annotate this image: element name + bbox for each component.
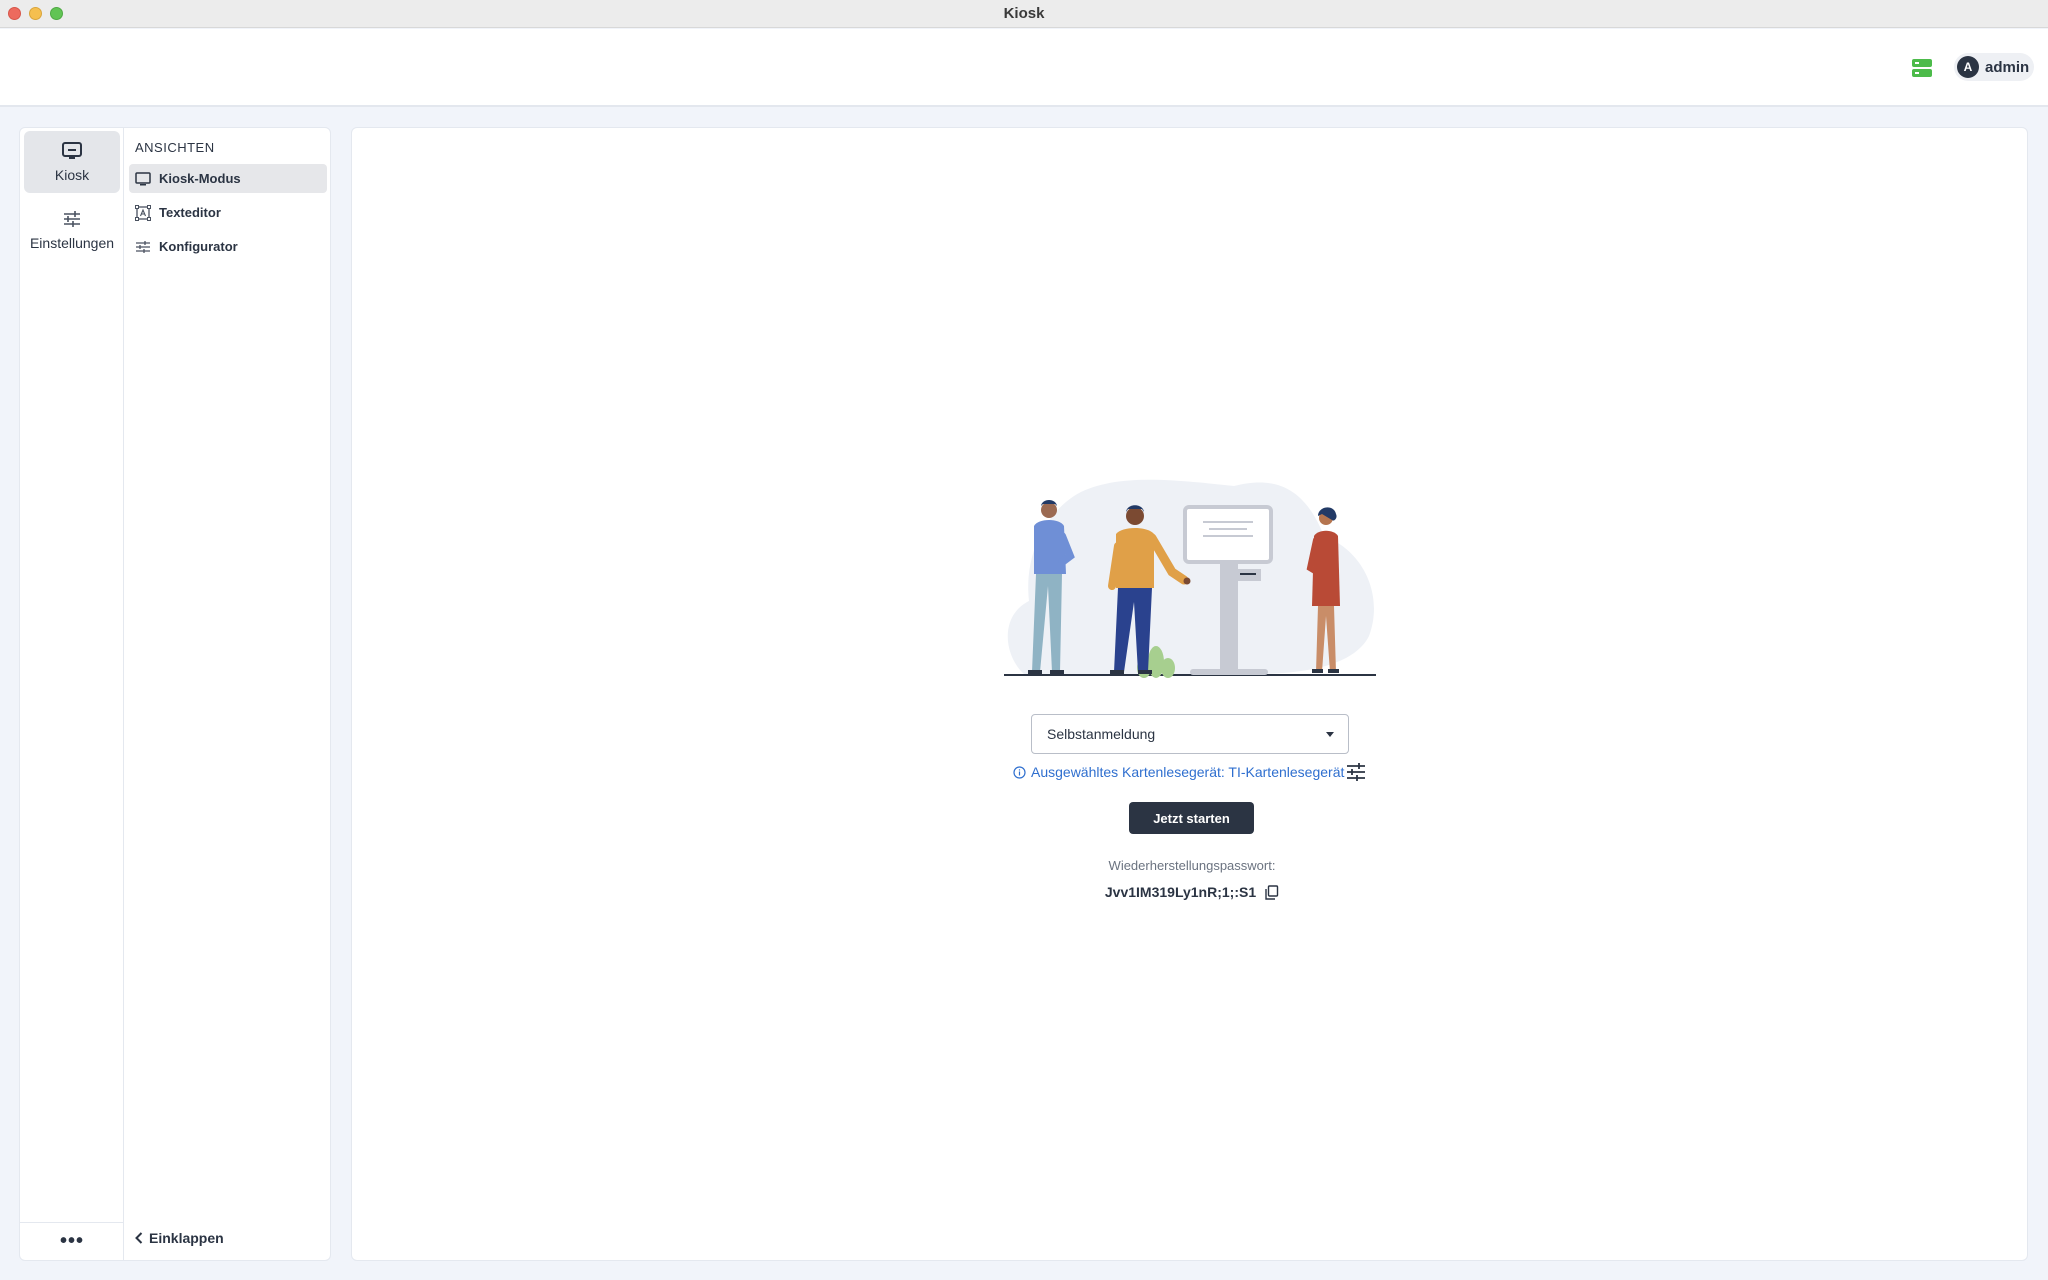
more-options-button[interactable]: ••• [20, 1222, 124, 1260]
rail-item-label: Einstellungen [29, 235, 115, 251]
info-icon [1013, 765, 1026, 779]
server-status-icon[interactable] [1911, 57, 1933, 79]
recovery-password-value: Jvv1IM319Ly1nR;1;:S1 [1104, 884, 1257, 900]
views-subnav: ANSICHTEN Kiosk-Modus Texteditor Konfigu… [125, 128, 330, 1260]
kiosk-screen-icon [62, 142, 82, 159]
minimize-window-button[interactable] [29, 7, 42, 20]
rail-item-label: Kiosk [54, 167, 90, 183]
window-titlebar: Kiosk [0, 0, 2048, 28]
nav-item-texteditor[interactable]: Texteditor [129, 198, 327, 227]
monitor-icon [135, 171, 151, 185]
reader-settings-icon[interactable] [1346, 762, 1366, 782]
user-menu-button[interactable]: A admin [1954, 53, 2034, 81]
app-header: A admin [0, 29, 2048, 107]
recovery-password-row: Jvv1IM319Ly1nR;1;:S1 [992, 884, 1392, 900]
mode-select-value: Selbstanmeldung [1047, 726, 1156, 742]
main-content: Selbstanmeldung Ausgewähltes Kartenleseg… [351, 127, 2028, 1261]
kiosk-illustration [1004, 479, 1376, 678]
copy-icon[interactable] [1264, 884, 1279, 900]
nav-item-konfigurator[interactable]: Konfigurator [129, 232, 327, 261]
user-name: admin [1985, 58, 2030, 76]
chevron-down-icon [1326, 732, 1334, 737]
start-button[interactable]: Jetzt starten [1129, 802, 1254, 834]
left-navigation-panel: Kiosk Einstellungen ••• ANSICHTEN Kiosk-… [19, 127, 331, 1261]
rail-item-kiosk[interactable]: Kiosk [24, 131, 120, 193]
window-title: Kiosk [1003, 5, 1045, 22]
tune-icon [136, 240, 150, 253]
avatar: A [1957, 56, 1979, 78]
nav-item-label: Texteditor [159, 205, 221, 220]
recovery-password-label: Wiederherstellungspasswort: [1108, 858, 1276, 873]
card-reader-info-link[interactable]: Ausgewähltes Kartenlesegerät: TI-Kartenl… [1013, 764, 1344, 780]
close-window-button[interactable] [8, 7, 21, 20]
mode-select[interactable]: Selbstanmeldung [1031, 714, 1349, 754]
sliders-icon [64, 211, 80, 227]
zoom-window-button[interactable] [50, 7, 63, 20]
nav-rail: Kiosk Einstellungen ••• [20, 128, 124, 1260]
collapse-label: Einklappen [149, 1230, 224, 1246]
section-title: ANSICHTEN [135, 140, 215, 155]
text-frame-icon [135, 204, 151, 221]
nav-item-kiosk-modus[interactable]: Kiosk-Modus [129, 164, 327, 193]
collapse-button[interactable]: Einklappen [135, 1230, 224, 1246]
window-controls [8, 7, 63, 20]
nav-item-label: Kiosk-Modus [159, 171, 241, 186]
card-reader-info-text: Ausgewähltes Kartenlesegerät: TI-Kartenl… [1031, 764, 1345, 780]
chevron-left-icon [135, 1232, 143, 1244]
nav-item-label: Konfigurator [159, 239, 238, 254]
rail-item-einstellungen[interactable]: Einstellungen [24, 199, 120, 261]
